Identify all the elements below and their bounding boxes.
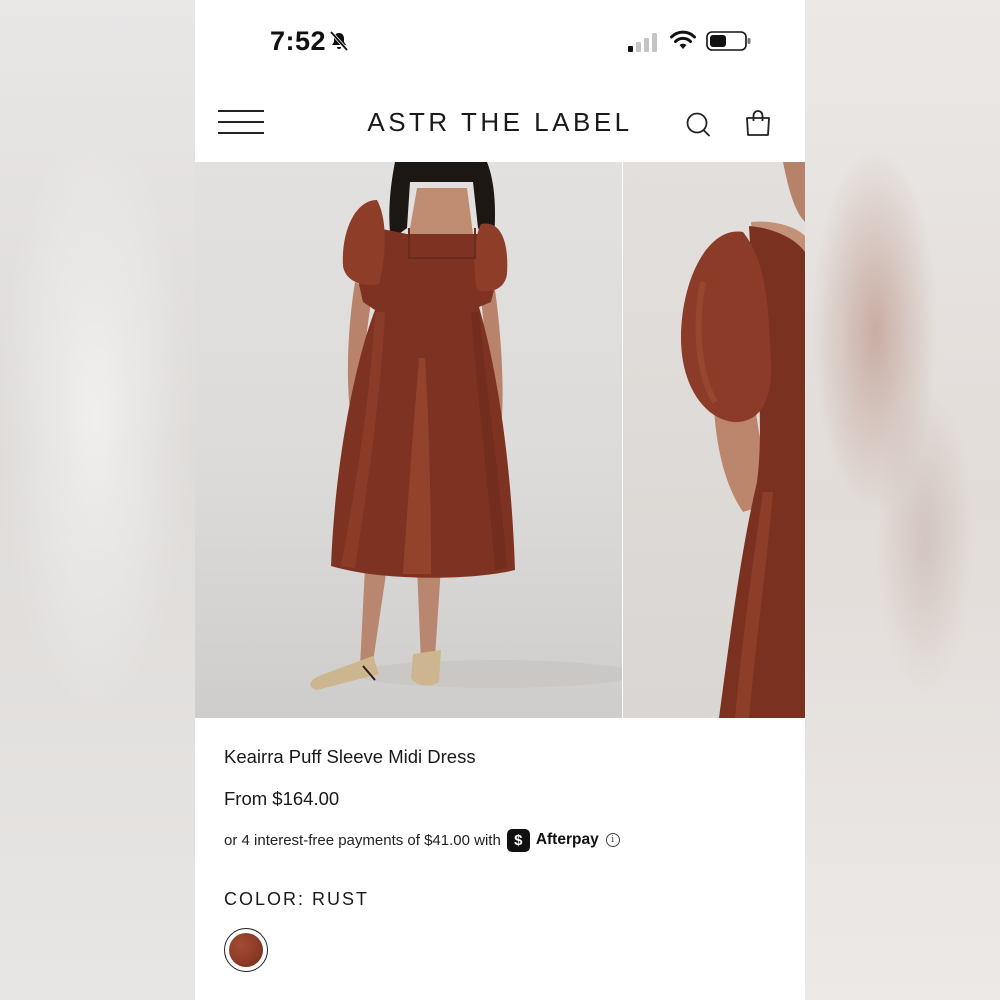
color-label: COLOR: (224, 889, 306, 909)
status-time: 7:52 (270, 26, 327, 56)
status-bar: 7:52 (195, 0, 805, 80)
product-image-front[interactable] (195, 162, 622, 718)
info-icon[interactable]: i (605, 833, 620, 847)
signal-icon (628, 33, 657, 52)
background-blur-right (805, 0, 1000, 1000)
color-swatch-rust[interactable] (224, 928, 268, 972)
brand-logo[interactable]: ASTR THE LABEL (195, 107, 805, 138)
phone-screen: 7:52 ASTR THE LABEL Keairra Puff Sleeve … (195, 0, 805, 1000)
color-value: RUST (312, 889, 370, 909)
installments-text: or 4 interest-free payments of $41.00 wi… (224, 831, 501, 849)
afterpay-installments: or 4 interest-free payments of $41.00 wi… (224, 828, 620, 852)
afterpay-label: Afterpay (535, 831, 599, 848)
battery-icon (706, 31, 751, 51)
background-blur-left (0, 0, 195, 1000)
product-image-detail[interactable] (623, 162, 805, 718)
shopping-bag-icon[interactable] (744, 109, 772, 137)
bell-slash-icon (329, 30, 349, 52)
product-title: Keairra Puff Sleeve Midi Dress (224, 746, 476, 767)
search-icon[interactable] (685, 111, 711, 137)
product-price: From $164.00 (224, 788, 340, 809)
wifi-icon (670, 30, 696, 49)
product-image-gallery[interactable] (195, 162, 805, 718)
color-selector-label: COLOR: RUST (224, 889, 369, 910)
swatch-fill (229, 933, 263, 967)
site-header: ASTR THE LABEL (195, 80, 805, 162)
afterpay-logo-icon: $ (506, 828, 530, 852)
